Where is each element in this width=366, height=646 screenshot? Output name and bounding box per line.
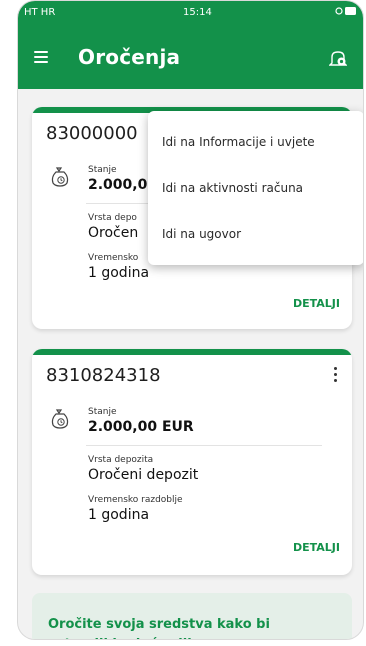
money-bag-icon xyxy=(50,407,70,429)
period-label: Vremensko razdoblje xyxy=(88,495,183,505)
menu-item-account-activity[interactable]: Idi na aktivnosti računa xyxy=(162,181,303,195)
balance-value: 2.000,00 EUR xyxy=(88,419,194,435)
deposit-type-label: Vrsta depozita xyxy=(88,455,154,465)
money-bag-icon xyxy=(50,165,70,187)
status-bar: HT HR 15:14 xyxy=(18,1,363,31)
clock-time: 15:14 xyxy=(183,7,212,18)
period-value: 1 godina xyxy=(88,507,150,523)
context-menu: Idi na Informacije i uvjete Idi na aktiv… xyxy=(148,111,363,265)
more-options-icon[interactable] xyxy=(334,367,338,383)
card-accent-bar xyxy=(32,349,352,355)
carrier-label: HT HR xyxy=(24,7,56,18)
deposit-type-value: Oročeni depozit xyxy=(88,467,199,483)
deposit-card: 8310824318 Stanje 2.000,00 EUR Vrsta dep… xyxy=(32,349,352,575)
app-bar: Oročenja xyxy=(18,31,363,89)
account-number: 83000000 xyxy=(46,123,138,144)
promo-text: Oročite svoja sredstva kako bi ostvarili… xyxy=(48,617,270,639)
deposit-type-value: Oročen xyxy=(88,225,139,241)
balance-value: 2.000,0 xyxy=(88,177,148,193)
phone-screen: HT HR 15:14 Oročenja 83000000 Stanje 2.0… xyxy=(17,0,364,640)
details-link[interactable]: DETALJI xyxy=(293,297,340,310)
menu-item-contract[interactable]: Idi na ugovor xyxy=(162,227,241,241)
deposit-type-label: Vrsta depo xyxy=(88,213,137,223)
page-title: Oročenja xyxy=(78,45,181,69)
balance-label: Stanje xyxy=(88,165,117,175)
hamburger-icon[interactable] xyxy=(34,51,48,63)
bell-icon[interactable] xyxy=(328,49,348,69)
promo-banner[interactable]: Oročite svoja sredstva kako bi ostvarili… xyxy=(32,593,352,639)
menu-item-terms[interactable]: Idi na Informacije i uvjete xyxy=(162,135,315,149)
details-link[interactable]: DETALJI xyxy=(293,541,340,554)
period-value: 1 godina xyxy=(88,265,150,281)
divider xyxy=(86,445,322,446)
account-number: 8310824318 xyxy=(46,365,161,386)
period-label: Vremensko xyxy=(88,253,139,263)
balance-label: Stanje xyxy=(88,407,117,417)
battery-icon xyxy=(335,5,357,20)
